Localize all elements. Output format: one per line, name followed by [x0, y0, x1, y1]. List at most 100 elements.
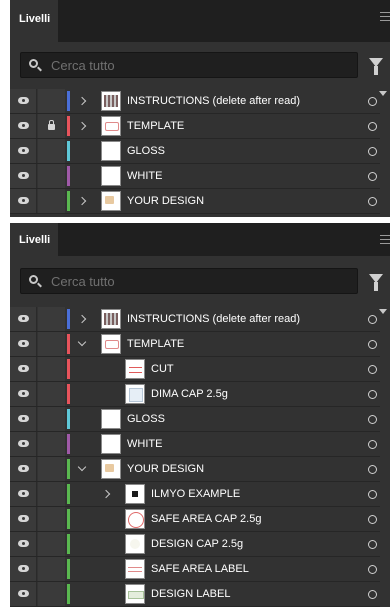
target-circle-icon[interactable] [368, 565, 377, 574]
chevron-right-icon[interactable] [77, 120, 87, 132]
target-circle-icon[interactable] [368, 172, 377, 181]
chevron-right-icon[interactable] [101, 488, 111, 500]
eye-icon [18, 465, 29, 472]
target-circle-icon[interactable] [368, 390, 377, 399]
layer-row[interactable]: DESIGN LABEL [10, 582, 380, 607]
visibility-toggle[interactable] [10, 557, 37, 581]
visibility-toggle[interactable] [10, 114, 37, 138]
visibility-toggle[interactable] [10, 457, 37, 481]
target-circle-icon[interactable] [368, 147, 377, 156]
visibility-toggle[interactable] [10, 432, 37, 456]
visibility-toggle[interactable] [10, 482, 37, 506]
visibility-toggle[interactable] [10, 164, 37, 188]
visibility-toggle[interactable] [10, 189, 37, 213]
filter-icon[interactable] [369, 274, 383, 291]
lock-toggle[interactable] [38, 382, 65, 406]
lock-toggle[interactable] [38, 357, 65, 381]
lock-toggle[interactable] [38, 507, 65, 531]
target-circle-icon[interactable] [368, 540, 377, 549]
lock-toggle[interactable] [38, 89, 65, 113]
lock-toggle[interactable] [38, 482, 65, 506]
target-circle-icon[interactable] [368, 122, 377, 131]
lock-toggle[interactable] [38, 189, 65, 213]
lock-toggle[interactable] [38, 532, 65, 556]
lock-toggle[interactable] [38, 307, 65, 331]
layer-row[interactable]: INSTRUCTIONS (delete after read) [10, 307, 380, 332]
target-circle-icon[interactable] [368, 315, 377, 324]
lock-toggle[interactable] [38, 114, 65, 138]
eye-icon [18, 315, 29, 322]
target-circle-icon[interactable] [368, 515, 377, 524]
layer-row[interactable]: DIMA CAP 2.5g [10, 382, 380, 407]
layer-row[interactable]: GLOSS [10, 407, 380, 432]
visibility-toggle[interactable] [10, 139, 37, 163]
visibility-toggle[interactable] [10, 307, 37, 331]
layer-color-bar [67, 509, 70, 529]
layer-row[interactable]: CUT [10, 357, 380, 382]
target-circle-icon[interactable] [368, 340, 377, 349]
layer-row[interactable]: TEMPLATE [10, 332, 380, 357]
target-circle-icon[interactable] [368, 97, 377, 106]
layer-row[interactable]: INSTRUCTIONS (delete after read) [10, 89, 380, 114]
layer-thumbnail [101, 334, 121, 354]
search-input[interactable] [51, 55, 341, 75]
layer-row[interactable]: YOUR DESIGN [10, 189, 380, 214]
layer-row[interactable]: DESIGN CAP 2.5g [10, 532, 380, 557]
chevron-right-icon[interactable] [77, 195, 87, 207]
search-icon [29, 275, 38, 284]
visibility-toggle[interactable] [10, 582, 37, 606]
layer-list: INSTRUCTIONS (delete after read) TEMPLATE… [10, 89, 380, 214]
tab-livelli[interactable]: Livelli [10, 0, 58, 42]
layer-row[interactable]: TEMPLATE [10, 114, 380, 139]
panel-menu-icon[interactable] [380, 235, 390, 244]
target-circle-icon[interactable] [368, 365, 377, 374]
search-input[interactable] [51, 271, 341, 291]
layer-row[interactable]: GLOSS [10, 139, 380, 164]
layer-thumbnail [101, 166, 121, 186]
lock-toggle[interactable] [38, 139, 65, 163]
target-circle-icon[interactable] [368, 590, 377, 599]
chevron-down-icon[interactable] [77, 338, 87, 350]
layer-thumbnail [125, 484, 145, 504]
visibility-toggle[interactable] [10, 532, 37, 556]
lock-toggle[interactable] [38, 407, 65, 431]
layer-name: SAFE AREA CAP 2.5g [151, 513, 262, 525]
target-circle-icon[interactable] [368, 197, 377, 206]
visibility-toggle[interactable] [10, 507, 37, 531]
visibility-toggle[interactable] [10, 382, 37, 406]
lock-toggle[interactable] [38, 582, 65, 606]
scroll-up-arrow-icon[interactable] [379, 91, 387, 96]
layer-row[interactable]: SAFE AREA CAP 2.5g [10, 507, 380, 532]
layer-color-bar [67, 584, 70, 604]
search-box[interactable] [20, 52, 358, 78]
layer-thumbnail [125, 509, 145, 529]
lock-toggle[interactable] [38, 457, 65, 481]
tab-livelli[interactable]: Livelli [10, 223, 58, 256]
panel-menu-icon[interactable] [380, 12, 390, 21]
lock-toggle[interactable] [38, 332, 65, 356]
chevron-down-icon[interactable] [77, 463, 87, 475]
target-circle-icon[interactable] [368, 465, 377, 474]
visibility-toggle[interactable] [10, 332, 37, 356]
layer-row[interactable]: ILMYO EXAMPLE [10, 482, 380, 507]
layer-thumbnail [101, 141, 121, 161]
target-circle-icon[interactable] [368, 490, 377, 499]
chevron-right-icon[interactable] [77, 95, 87, 107]
lock-toggle[interactable] [38, 557, 65, 581]
lock-toggle[interactable] [38, 432, 65, 456]
scroll-up-arrow-icon[interactable] [379, 309, 387, 314]
search-box[interactable] [20, 268, 358, 294]
visibility-toggle[interactable] [10, 407, 37, 431]
visibility-toggle[interactable] [10, 357, 37, 381]
layer-row[interactable]: WHITE [10, 164, 380, 189]
target-circle-icon[interactable] [368, 440, 377, 449]
visibility-toggle[interactable] [10, 89, 37, 113]
layer-row[interactable]: SAFE AREA LABEL [10, 557, 380, 582]
filter-icon[interactable] [369, 58, 383, 75]
chevron-right-icon[interactable] [77, 313, 87, 325]
eye-icon [18, 390, 29, 397]
target-circle-icon[interactable] [368, 415, 377, 424]
layer-row[interactable]: YOUR DESIGN [10, 457, 380, 482]
layer-row[interactable]: WHITE [10, 432, 380, 457]
lock-toggle[interactable] [38, 164, 65, 188]
